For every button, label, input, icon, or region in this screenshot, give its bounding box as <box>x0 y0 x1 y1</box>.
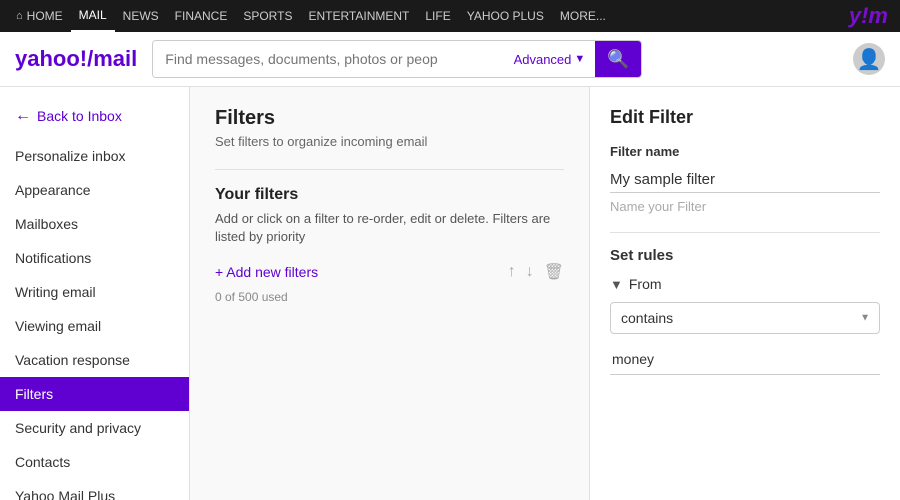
filter-name-placeholder-text: Name your Filter <box>610 199 880 214</box>
content-area: Filters Set filters to organize incoming… <box>190 87 590 500</box>
rule-value-row <box>610 344 880 375</box>
nav-finance[interactable]: FINANCE <box>167 0 236 32</box>
search-container: Advanced ▼ 🔍 <box>152 40 642 78</box>
user-icon: 👤 <box>857 47 882 72</box>
page-title: Filters <box>215 107 564 130</box>
add-filter-button[interactable]: + Add new filters <box>215 264 318 280</box>
contains-select[interactable]: contains does not contain is is not <box>610 302 880 334</box>
logo-yahoo: yahoo! <box>15 46 87 71</box>
logo-mail: mail <box>93 46 137 71</box>
yahoo-logo: y!m <box>849 3 892 29</box>
advanced-chevron-icon: ▼ <box>574 53 585 65</box>
nav-mail[interactable]: MAIL <box>71 0 115 32</box>
back-to-inbox-label: Back to Inbox <box>37 108 122 124</box>
chevron-down-icon: ▼ <box>610 277 623 292</box>
sidebar-item-security[interactable]: Security and privacy <box>0 411 189 445</box>
nav-life[interactable]: LIFE <box>417 0 458 32</box>
add-filter-label: + Add new filters <box>215 264 318 280</box>
your-filters-title: Your filters <box>215 186 564 204</box>
filters-used: 0 of 500 used <box>215 290 564 304</box>
filter-name-section: Filter name Name your Filter <box>610 144 880 214</box>
filters-toolbar: + Add new filters ↑ ↓ 🗑 <box>215 262 564 282</box>
advanced-label: Advanced <box>514 52 572 67</box>
nav-news[interactable]: NEWS <box>115 0 167 32</box>
nav-home[interactable]: ⌂ HOME <box>8 0 71 32</box>
sidebar-item-notifications[interactable]: Notifications <box>0 241 189 275</box>
sidebar-item-appearance[interactable]: Appearance <box>0 173 189 207</box>
nav-entertainment[interactable]: ENTERTAINMENT <box>300 0 417 32</box>
page-subtitle: Set filters to organize incoming email <box>215 134 564 149</box>
advanced-toggle[interactable]: Advanced ▼ <box>504 52 596 67</box>
set-rules-label: Set rules <box>610 247 880 264</box>
from-rule-row: ▼ From <box>610 276 880 292</box>
nav-more[interactable]: MORE... <box>552 0 614 32</box>
from-rule-label: From <box>629 276 662 292</box>
back-arrow-icon: ← <box>15 107 31 125</box>
delete-icon[interactable]: 🗑 <box>544 262 564 282</box>
sidebar-item-contacts[interactable]: Contacts <box>0 445 189 479</box>
site-logo: yahoo!/mail <box>15 46 137 72</box>
sidebar-item-writing[interactable]: Writing email <box>0 275 189 309</box>
filter-name-input[interactable] <box>610 167 880 193</box>
back-to-inbox[interactable]: ← Back to Inbox <box>0 99 189 139</box>
main-layout: ← Back to Inbox Personalize inbox Appear… <box>0 87 900 500</box>
search-icon: 🔍 <box>607 49 629 70</box>
sidebar-item-viewing[interactable]: Viewing email <box>0 309 189 343</box>
top-nav: ⌂ HOME MAIL NEWS FINANCE SPORTS ENTERTAI… <box>0 0 900 32</box>
search-button[interactable]: 🔍 <box>595 40 641 78</box>
contains-select-wrapper: contains does not contain is is not ▼ <box>610 302 880 334</box>
sidebar-item-vacation[interactable]: Vacation response <box>0 343 189 377</box>
home-icon: ⌂ <box>16 10 23 22</box>
your-filters-desc: Add or click on a filter to re-order, ed… <box>215 210 564 246</box>
nav-sports[interactable]: SPORTS <box>235 0 300 32</box>
sidebar-item-filters[interactable]: Filters <box>0 377 189 411</box>
sidebar-item-mailboxes[interactable]: Mailboxes <box>0 207 189 241</box>
move-up-icon[interactable]: ↑ <box>508 263 516 281</box>
divider <box>215 169 564 170</box>
nav-yahoo-plus[interactable]: YAHOO PLUS <box>459 0 552 32</box>
filter-name-label: Filter name <box>610 144 880 159</box>
sidebar-item-personalize[interactable]: Personalize inbox <box>0 139 189 173</box>
edit-panel-title: Edit Filter <box>610 107 880 128</box>
sidebar: ← Back to Inbox Personalize inbox Appear… <box>0 87 190 500</box>
rule-value-input[interactable] <box>610 344 880 375</box>
avatar[interactable]: 👤 <box>853 43 885 75</box>
filter-actions: ↑ ↓ 🗑 <box>508 262 564 282</box>
search-row: yahoo!/mail Advanced ▼ 🔍 👤 <box>0 32 900 87</box>
move-down-icon[interactable]: ↓ <box>526 263 534 281</box>
search-input[interactable] <box>153 41 503 77</box>
edit-panel: Edit Filter Filter name Name your Filter… <box>590 87 900 500</box>
sidebar-item-plus[interactable]: Yahoo Mail Plus <box>0 479 189 500</box>
divider-rules <box>610 232 880 233</box>
